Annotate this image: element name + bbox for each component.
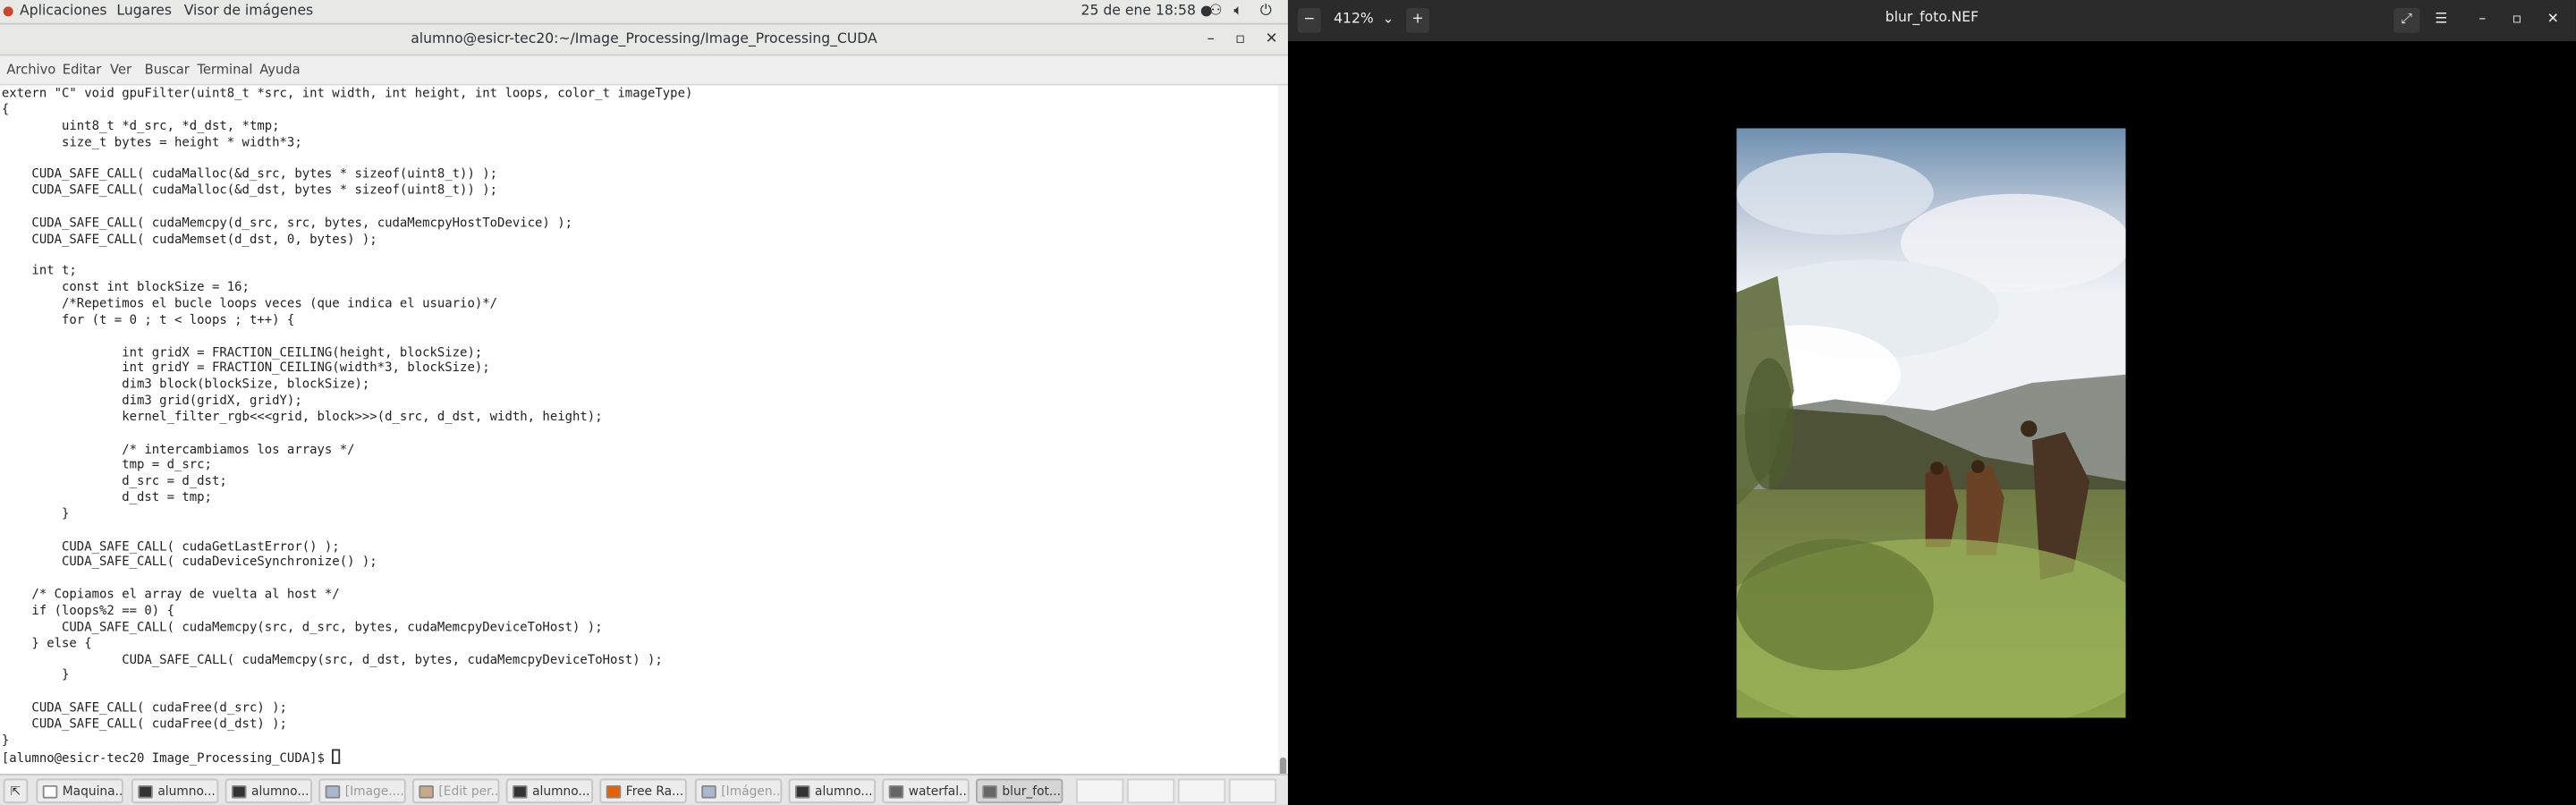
image-viewer-window: − 412% ⌄ + blur_foto.NEF ⤢ ☰ – ▫ ✕ (1287, 0, 2576, 805)
menu-editar[interactable]: Editar (63, 63, 102, 78)
file-icon (325, 784, 341, 799)
viewer-title: blur_foto.NEF (1885, 10, 1979, 27)
image-viewer-icon (888, 784, 904, 799)
minimize-button[interactable]: – (2470, 8, 2494, 33)
maximize-button[interactable]: ▫ (2505, 8, 2529, 33)
taskbar-item[interactable]: alumno... (131, 778, 219, 804)
close-button[interactable]: ✕ (1258, 25, 1284, 56)
taskbar-item-label: alumno... (157, 784, 216, 799)
menu-ver[interactable]: Ver (110, 63, 131, 78)
terminal-menubar: Archivo Editar Ver Buscar Terminal Ayuda (0, 55, 1288, 86)
photo-hikers-mountain (1736, 128, 2126, 718)
taskbar-item-label: [Imágen... (721, 784, 783, 799)
terminal-icon (231, 784, 247, 799)
taskbar-item[interactable]: [Image.... (318, 778, 406, 804)
taskbar-item-label: alumno... (815, 784, 873, 799)
document-icon (42, 784, 58, 799)
taskbar-item-label: Maquina... (62, 784, 123, 799)
workspace-3[interactable] (1177, 778, 1226, 804)
shell-prompt: [alumno@esicr-tec20 Image_Processing_CUD… (1, 750, 333, 766)
terminal-window: alumno@esicr-tec20:~/Image_Processing/Im… (0, 24, 1288, 787)
taskbar-item[interactable]: [Edit per... (412, 778, 500, 804)
places-menu[interactable]: Lugares (116, 4, 172, 20)
applications-icon (3, 6, 13, 17)
terminal-icon (138, 784, 153, 799)
menu-ayuda[interactable]: Ayuda (259, 63, 300, 78)
terminal-icon (513, 784, 528, 799)
top-panel: Aplicaciones Lugares Visor de imágenes 2… (0, 0, 1288, 25)
code-listing: extern "C" void gpuFilter(uint8_t *src, … (1, 85, 693, 748)
workspace-1[interactable] (1076, 778, 1124, 804)
show-desktop-button[interactable]: ⇱ (3, 778, 29, 804)
taskbar-item[interactable]: waterfal... (882, 778, 970, 804)
terminal-titlebar[interactable]: alumno@esicr-tec20:~/Image_Processing/Im… (0, 24, 1288, 56)
image-viewer-icon (982, 784, 997, 799)
workspace-2[interactable] (1126, 778, 1175, 804)
displayed-photo[interactable] (1736, 128, 2126, 718)
hamburger-menu-icon[interactable]: ☰ (2428, 8, 2454, 33)
power-icon[interactable]: ⏻ (1260, 4, 1272, 20)
close-button[interactable]: ✕ (2541, 8, 2564, 33)
taskbar-item-label: waterfal... (908, 784, 970, 799)
maximize-button[interactable]: ▫ (1227, 25, 1253, 56)
taskbar-item-label: alumno... (251, 784, 309, 799)
viewer-headerbar[interactable]: − 412% ⌄ + blur_foto.NEF ⤢ ☰ – ▫ ✕ (1287, 0, 2576, 41)
firefox-icon (606, 784, 622, 799)
workspace-4[interactable] (1228, 778, 1277, 804)
taskbar-item[interactable]: Maquina... (36, 778, 123, 804)
terminal-output[interactable]: extern "C" void gpuFilter(uint8_t *src, … (0, 86, 1278, 766)
taskbar-item-label: [Edit per... (438, 784, 500, 799)
taskbar-item[interactable]: blur_fot... (975, 778, 1063, 804)
menu-terminal[interactable]: Terminal (197, 63, 252, 78)
network-icon[interactable]: ⚇ (1209, 4, 1223, 20)
terminal-title: alumno@esicr-tec20:~/Image_Processing/Im… (411, 30, 877, 48)
taskbar-item[interactable]: alumno... (505, 778, 594, 804)
taskbar-item[interactable]: alumno... (225, 778, 312, 804)
file-icon (701, 784, 716, 799)
window-list: ⇱ Maquina... alumno... alumno... [Image....… (0, 774, 1288, 805)
taskbar-item-label: [Image.... (344, 784, 404, 799)
taskbar-item[interactable]: alumno... (788, 778, 876, 804)
taskbar-item[interactable]: [Imágen... (694, 778, 783, 804)
taskbar-item[interactable]: Free Ra... (599, 778, 687, 804)
text-cursor (332, 748, 341, 764)
gimp-icon (419, 784, 434, 799)
taskbar-item-label: blur_fot... (1002, 784, 1062, 799)
taskbar-item-label: Free Ra... (625, 784, 684, 799)
fullscreen-icon[interactable]: ⤢ (2394, 8, 2420, 33)
applications-menu[interactable]: Aplicaciones (20, 4, 107, 20)
clock[interactable]: 25 de ene 18:58 ● (1081, 4, 1213, 20)
minimize-button[interactable]: – (1198, 25, 1224, 56)
menu-archivo[interactable]: Archivo (6, 63, 55, 78)
terminal-icon (794, 784, 810, 799)
scrollbar-track[interactable] (1277, 85, 1288, 775)
menu-buscar[interactable]: Buscar (145, 63, 190, 78)
taskbar-item-label: alumno... (532, 784, 590, 799)
active-app-menu[interactable]: Visor de imágenes (184, 4, 313, 20)
volume-icon[interactable]: 🔈︎ (1233, 4, 1242, 20)
